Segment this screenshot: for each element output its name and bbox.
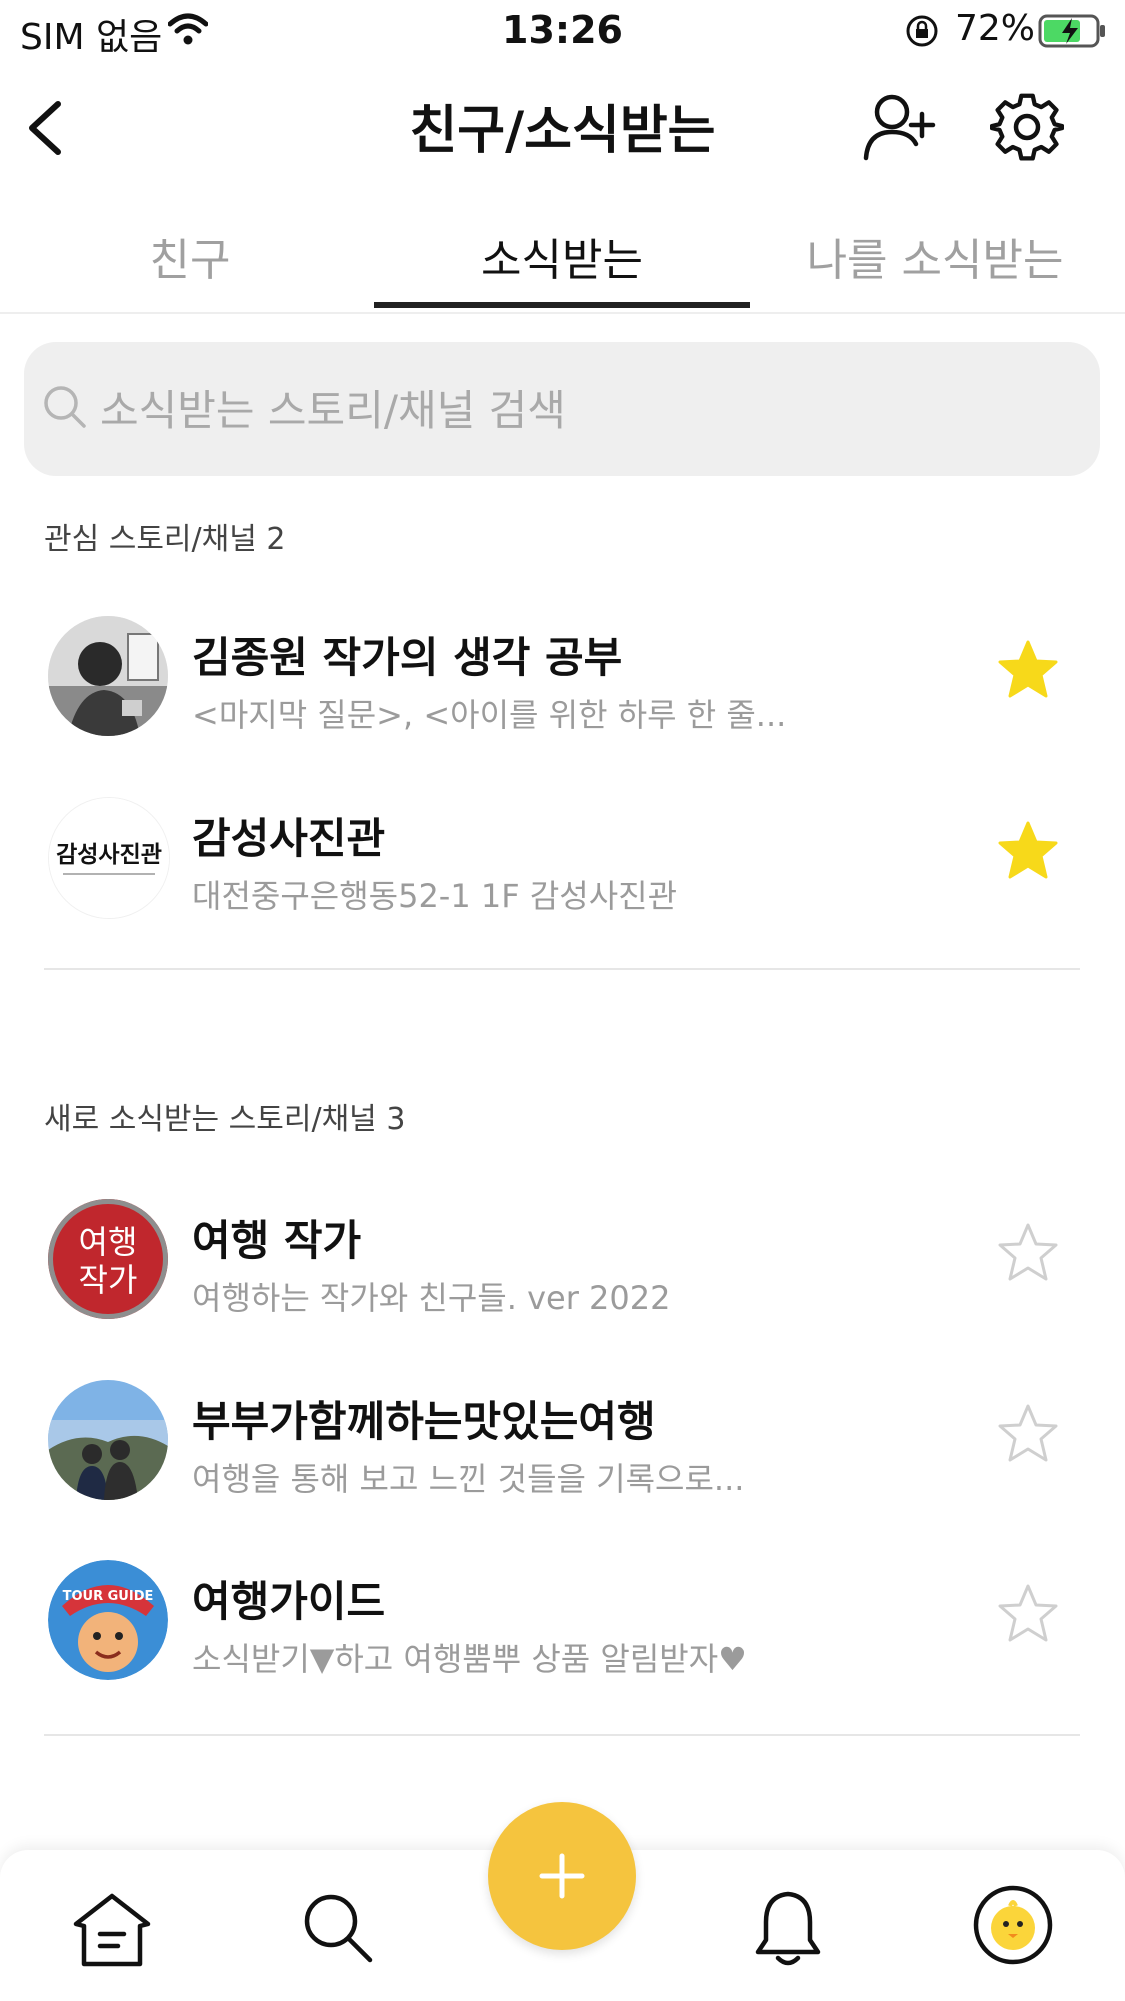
search-input[interactable] [98, 372, 1062, 448]
avatar [48, 1380, 168, 1500]
gear-icon [989, 93, 1065, 161]
favorite-star-button[interactable] [996, 638, 1060, 706]
search-box[interactable] [24, 342, 1100, 476]
avatar [48, 616, 168, 736]
avatar: 감성사진관 [48, 797, 170, 919]
bell-icon[interactable] [752, 1888, 824, 1974]
new-channels-section-header: 새로 소식받는 스토리/채널 3 [44, 1102, 406, 1137]
tab-selected-indicator [374, 302, 750, 308]
page-title: 친구/소식받는 [409, 101, 716, 161]
channel-subtitle: 여행하는 작가와 친구들. ver 2022 [192, 1279, 671, 1317]
add-friend-button[interactable] [862, 92, 938, 168]
star-filled-icon [998, 640, 1058, 698]
avatar: TOUR GUIDE [48, 1560, 168, 1680]
favorite-star-button[interactable] [996, 1582, 1060, 1650]
avatar-logo-text: 감성사진관 [56, 842, 162, 868]
channel-subtitle: 소식받기▼하고 여행뿜뿌 상품 알림받자♥ [192, 1640, 747, 1678]
star-outline-icon [998, 1584, 1058, 1642]
list-item[interactable]: 김종원 작가의 생각 공부 <마지막 질문>, <아이를 위한 하루 한 줄..… [0, 616, 1125, 796]
channel-subtitle: <마지막 질문>, <아이를 위한 하루 한 줄... [192, 696, 787, 734]
section-divider [44, 968, 1080, 970]
profile-icon[interactable] [972, 1884, 1054, 1970]
status-bar: SIM 없음 13:26 72% [0, 0, 1125, 64]
avatar-text-line1: 여행 [79, 1223, 138, 1261]
channel-subtitle: 여행을 통해 보고 느낀 것들을 기록으로... [192, 1460, 745, 1498]
battery-percent: 72% [955, 8, 1036, 49]
favorites-section-header: 관심 스토리/채널 2 [44, 522, 286, 557]
star-filled-icon [998, 821, 1058, 879]
plus-icon [539, 1853, 585, 1899]
channel-title: 감성사진관 [192, 814, 386, 863]
channel-title: 김종원 작가의 생각 공부 [192, 633, 623, 682]
list-item[interactable]: 부부가함께하는맛있는여행 여행을 통해 보고 느낀 것들을 기록으로... [0, 1380, 1125, 1560]
channel-title: 부부가함께하는맛있는여행 [192, 1397, 656, 1446]
tab-friends[interactable]: 친구 [60, 224, 320, 288]
battery-icon [1038, 14, 1108, 52]
add-button[interactable] [488, 1802, 636, 1950]
rotation-lock-icon [905, 14, 939, 52]
list-item[interactable]: TOUR GUIDE 여행가이드 소식받기▼하고 여행뿜뿌 상품 알림받자♥ [0, 1560, 1125, 1740]
favorite-star-button[interactable] [996, 819, 1060, 887]
search-icon [42, 384, 88, 434]
search-icon[interactable] [300, 1890, 376, 1970]
tab-followers[interactable]: 나를 소식받는 [790, 224, 1080, 288]
settings-button[interactable] [989, 90, 1065, 168]
section-divider [44, 1734, 1080, 1736]
add-friend-icon [863, 94, 936, 161]
avatar-logo-text: TOUR GUIDE [63, 1589, 154, 1604]
favorite-star-button[interactable] [996, 1402, 1060, 1470]
avatar-text-line2: 작가 [79, 1261, 138, 1299]
favorite-star-button[interactable] [996, 1221, 1060, 1289]
channel-subtitle: 대전중구은행동52-1 1F 감성사진관 [192, 877, 678, 915]
tab-bar-top: 친구 소식받는 나를 소식받는 [0, 216, 1125, 314]
star-outline-icon [998, 1223, 1058, 1281]
home-icon[interactable] [70, 1890, 154, 1974]
tab-following[interactable]: 소식받는 [374, 224, 750, 288]
channel-title: 여행가이드 [192, 1577, 386, 1626]
list-item[interactable]: 여행 작가 여행 작가 여행하는 작가와 친구들. ver 2022 [0, 1199, 1125, 1379]
channel-title: 여행 작가 [192, 1216, 362, 1265]
list-item[interactable]: 감성사진관 감성사진관 대전중구은행동52-1 1F 감성사진관 [0, 797, 1125, 977]
avatar: 여행 작가 [48, 1199, 168, 1319]
star-outline-icon [998, 1404, 1058, 1462]
